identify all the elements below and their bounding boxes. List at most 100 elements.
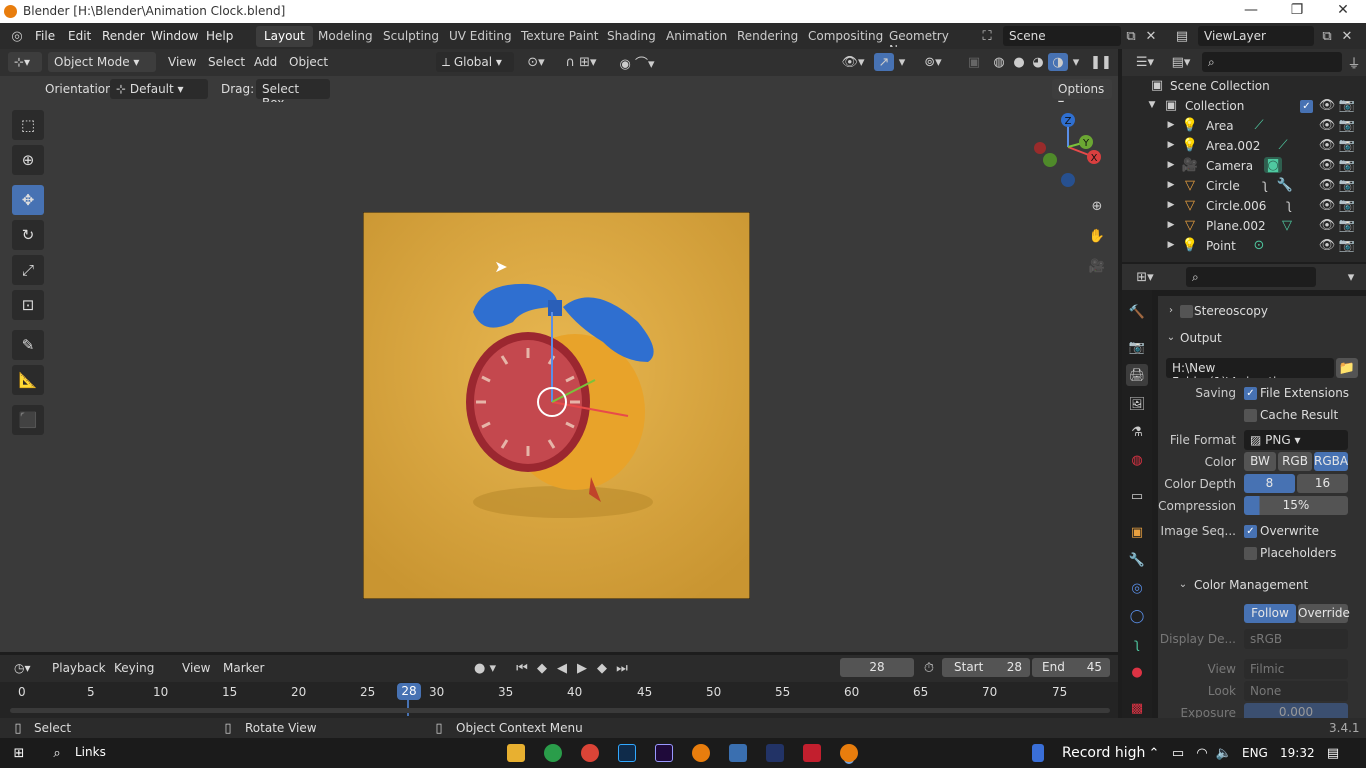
tab-rendering[interactable]: Rendering — [729, 26, 806, 47]
menu-keying[interactable]: Keying — [114, 661, 154, 675]
collection-checkbox[interactable]: ✓ — [1300, 100, 1313, 113]
chevron-down-icon[interactable]: ⌄ — [1166, 330, 1176, 344]
eye-icon[interactable]: 👁 — [1319, 198, 1336, 213]
world-tab-icon[interactable]: ◍ — [1129, 452, 1145, 468]
links-label[interactable]: Links — [75, 745, 106, 759]
outliner-type-icon[interactable]: ☰▾ — [1130, 54, 1160, 70]
color-rgba-button[interactable]: RGBA — [1314, 452, 1348, 471]
tray-chevron-icon[interactable]: ⌃ — [1146, 744, 1162, 762]
menu-timeline-view[interactable]: View — [182, 661, 210, 675]
blender-active-icon[interactable] — [840, 744, 858, 762]
rendered-shading-icon[interactable]: ◑ — [1048, 53, 1068, 71]
jump-end-icon[interactable]: ⏭ — [613, 659, 631, 677]
collection-tab-icon[interactable]: ▭ — [1129, 488, 1145, 504]
menu-playback[interactable]: Playback — [52, 661, 106, 675]
menu-add[interactable]: Add — [254, 55, 277, 69]
visibility-icon[interactable]: 👁▾ — [838, 54, 868, 70]
stereoscopy-panel[interactable]: › Stereoscopy — [1158, 300, 1366, 322]
menu-marker[interactable]: Marker — [223, 661, 264, 675]
camera-render-icon[interactable]: 📷 — [1339, 178, 1355, 193]
chevron-down-icon[interactable]: ⌄ — [1178, 577, 1188, 591]
outliner-item-area[interactable]: ▶ 💡 Area ⟋ 👁 📷 — [1122, 116, 1366, 136]
clock-time[interactable]: 19:32 — [1280, 746, 1315, 760]
menu-edit[interactable]: Edit — [68, 29, 91, 43]
meet-icon[interactable]: ▭ — [1170, 744, 1186, 762]
eye-icon[interactable]: 👁 — [1319, 218, 1336, 233]
solid-shading-icon[interactable]: ● — [1010, 54, 1028, 70]
tab-layout[interactable]: Layout — [256, 26, 313, 47]
expand-arrow-icon[interactable]: ▶ — [1166, 198, 1176, 212]
notification-icon[interactable]: ▤ — [1324, 744, 1342, 762]
pivot-icon[interactable]: ⊙▾ — [522, 54, 550, 70]
placeholders-checkbox[interactable] — [1244, 547, 1257, 560]
windows-start-icon[interactable]: ⊞ — [10, 744, 28, 762]
tab-shading[interactable]: Shading — [599, 26, 664, 47]
playhead-frame[interactable]: 28 — [397, 683, 421, 700]
maximize-button[interactable]: ❐ — [1274, 2, 1320, 21]
timeline-scrubber[interactable]: 0 5 10 15 20 25 28 30 35 40 45 50 55 60 … — [0, 682, 1118, 718]
display-device-dropdown[interactable]: sRGB — [1244, 629, 1348, 649]
delete-scene-icon[interactable]: ✕ — [1144, 28, 1158, 44]
camera-render-icon[interactable]: 📷 — [1339, 238, 1355, 253]
file-format-dropdown[interactable]: ▨ PNG ▾ — [1244, 430, 1348, 450]
delete-view-layer-icon[interactable]: ✕ — [1340, 28, 1354, 44]
overlay-icon[interactable]: ⊚▾ — [918, 54, 948, 70]
transform-tool[interactable]: ⊡ — [12, 290, 44, 320]
expand-arrow-icon[interactable]: ▶ — [1166, 158, 1176, 172]
look-dropdown[interactable]: None — [1244, 681, 1348, 701]
wifi-icon[interactable]: ◠ — [1194, 744, 1210, 762]
eye-icon[interactable]: 👁 — [1319, 178, 1336, 193]
measure-tool[interactable]: 📐 — [12, 365, 44, 395]
view-layer-tab-icon[interactable]: 🖼 — [1129, 396, 1146, 412]
view-layer-field[interactable]: ViewLayer — [1198, 26, 1314, 46]
follow-scene-button[interactable]: Follow ... — [1244, 604, 1296, 634]
output-panel-header[interactable]: ⌄ Output — [1158, 327, 1366, 349]
menu-object[interactable]: Object — [289, 55, 328, 69]
chevron-right-icon[interactable]: › — [1166, 303, 1176, 317]
camera-view-icon[interactable]: 🎥 — [1086, 255, 1108, 277]
override-button[interactable]: Override — [1298, 604, 1350, 623]
chrome-profile-icon[interactable] — [581, 744, 599, 762]
pan-hand-icon[interactable]: ✋ — [1086, 225, 1108, 247]
mode-selector[interactable]: Object Mode ▾ — [48, 52, 156, 72]
file-extensions-checkbox[interactable]: ✓ — [1244, 387, 1257, 400]
menu-window[interactable]: Window — [151, 29, 198, 43]
move-tool[interactable]: ✥ — [12, 185, 44, 215]
photoshop-icon[interactable] — [618, 744, 636, 762]
tool-tab-icon[interactable]: 🔨 — [1129, 304, 1145, 320]
scale-tool[interactable]: ⤢ — [12, 255, 44, 285]
expand-arrow-icon[interactable]: ▶ — [1166, 118, 1176, 132]
camera-render-icon[interactable]: 📷 — [1339, 98, 1355, 113]
tab-geometry-nodes[interactable]: Geometry Noc — [881, 26, 963, 47]
play-icon[interactable]: ▶ — [573, 659, 591, 677]
end-frame-field[interactable]: End 45 — [1032, 658, 1110, 677]
folder-icon[interactable]: 📁 — [1336, 358, 1358, 378]
camera-render-icon[interactable]: 📷 — [1339, 158, 1355, 173]
scene-name-field[interactable]: Scene — [1003, 26, 1121, 46]
app-icon[interactable] — [729, 744, 747, 762]
filter-icon[interactable]: ⏚ — [1346, 54, 1362, 72]
properties-search[interactable]: ⌕ — [1186, 267, 1316, 287]
volume-icon[interactable]: 🔈 — [1216, 744, 1232, 762]
tab-sculpting[interactable]: Sculpting — [375, 26, 447, 47]
close-button[interactable]: ✕ — [1320, 2, 1366, 21]
shading-dropdown-icon[interactable]: ▾ — [1070, 54, 1082, 70]
timeline-scrollbar[interactable] — [10, 708, 1110, 713]
eye-icon[interactable]: 👁 — [1319, 238, 1336, 253]
camera-render-icon[interactable]: 📷 — [1339, 138, 1355, 153]
color-rgb-button[interactable]: RGB — [1278, 452, 1312, 471]
scene-collection-row[interactable]: ▣ Scene Collection — [1122, 76, 1366, 96]
scene-icon[interactable]: ⛶ — [975, 28, 999, 44]
menu-view[interactable]: View — [168, 55, 196, 69]
view-transform-dropdown[interactable]: Filmic — [1244, 659, 1348, 679]
add-cube-tool[interactable]: ⬛ — [12, 405, 44, 435]
orientation-dropdown[interactable]: ⊹ Default ▾ — [110, 79, 208, 99]
compression-slider[interactable]: 15% — [1244, 496, 1348, 515]
cursor-tool[interactable]: ⊕ — [12, 145, 44, 175]
eye-icon[interactable]: 👁 — [1319, 98, 1336, 113]
prev-keyframe-icon[interactable]: ◆ — [533, 659, 551, 677]
eye-icon[interactable]: 👁 — [1319, 118, 1336, 133]
camera-render-icon[interactable]: 📷 — [1339, 118, 1355, 133]
output-path-field[interactable]: H:\New Folder(1)\Animatio... — [1166, 358, 1334, 378]
search-icon[interactable]: ⌕ — [48, 744, 66, 762]
